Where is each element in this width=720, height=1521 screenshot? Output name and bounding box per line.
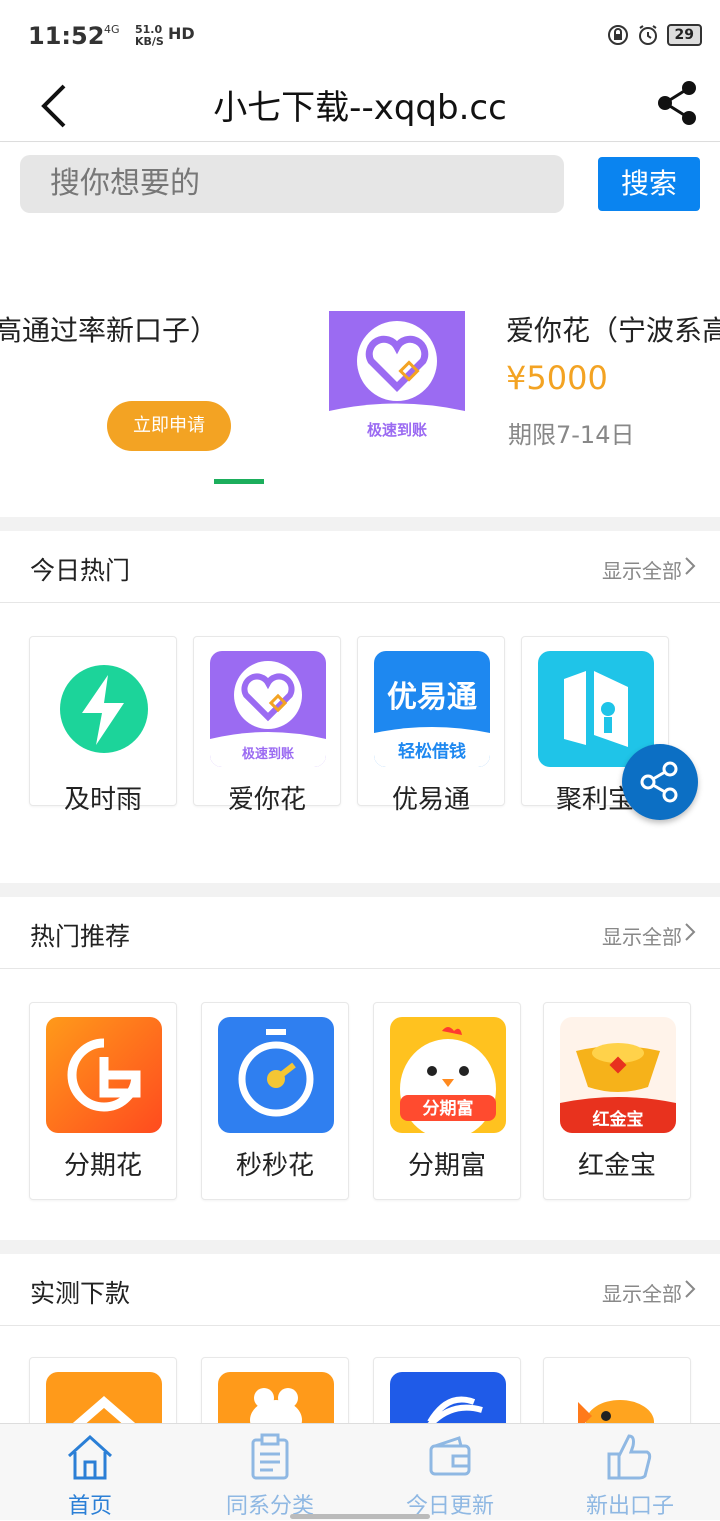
banner-price: ¥5000 (506, 359, 608, 397)
app-name: 分期富 (407, 1151, 486, 1181)
app-name: 优易通 (391, 785, 470, 815)
fenqihua-logo-icon (46, 1017, 162, 1133)
app-icon-caption: 极速到账 (242, 746, 294, 762)
status-icons: 29 (607, 24, 702, 46)
apply-button[interactable]: 立即申请 (107, 401, 231, 451)
banner-carousel[interactable]: 高通过率新口子） 立即申请 极速到账 爱你花（宁波系高 ¥5000 期限7-14… (0, 229, 720, 517)
share-icon[interactable] (656, 78, 700, 128)
thumbs-up-icon (607, 1434, 652, 1480)
section-divider (0, 517, 720, 531)
chick-logo-icon: 分期富 (390, 1017, 506, 1133)
youyitong-logo-icon: 优易通 轻松借钱 (374, 651, 490, 767)
hd-indicator: HD (168, 24, 195, 43)
section-header-tested: 实测下款 显示全部 (0, 1254, 720, 1326)
status-bar: 11:52 4G 51.0 KB/S HD 29 (0, 0, 720, 70)
chevron-right-icon[interactable] (684, 921, 696, 943)
banner-term: 期限7-14日 (508, 421, 635, 449)
aini-hua-logo-icon[interactable]: 极速到账 (329, 311, 465, 445)
app-card[interactable]: 红金宝 红金宝 (543, 1002, 691, 1200)
banner-image-caption: 极速到账 (367, 421, 427, 439)
status-time: 11:52 (28, 22, 105, 50)
stopwatch-logo-icon (218, 1017, 334, 1133)
app-card[interactable]: 秒秒花 (201, 1002, 349, 1200)
section-title: 今日热门 (30, 556, 131, 585)
aini-hua-logo-icon: 极速到账 (210, 651, 326, 767)
battery-indicator: 29 (666, 24, 702, 46)
app-icon-caption: 分期富 (423, 1098, 474, 1119)
chevron-right-icon[interactable] (684, 555, 696, 577)
show-all-link[interactable]: 显示全部 (602, 555, 682, 584)
app-card[interactable]: 优易通 轻松借钱 优易通 (357, 636, 505, 815)
tab-new[interactable]: 新出口子 (540, 1424, 720, 1521)
page-title: 小七下载--xqqb.cc (213, 88, 507, 128)
fish-logo-icon (560, 1372, 676, 1423)
app-header: 小七下载--xqqb.cc (0, 70, 720, 142)
section-divider (0, 1240, 720, 1254)
rotation-lock-icon (607, 25, 628, 45)
app-icon-logo-text: 优易通 (387, 680, 477, 715)
section-header-hot-today: 今日热门 显示全部 (0, 531, 720, 603)
drop-logo-icon (390, 1372, 506, 1423)
section-body-hot-today: 及时雨 极速到账 爱你花 优易通 轻松借钱 优易通 聚利宝 (0, 604, 720, 883)
tab-category[interactable]: 同系分类 (180, 1424, 360, 1521)
app-card[interactable]: 及时雨 (29, 636, 177, 815)
floating-share-button[interactable] (622, 744, 698, 820)
search-button[interactable]: 搜索 (598, 157, 700, 211)
section-title: 热门推荐 (30, 922, 131, 951)
julibao-logo-icon (538, 651, 654, 767)
app-card[interactable]: 分期富 分期富 (373, 1002, 521, 1200)
app-icon-caption: 红金宝 (593, 1109, 644, 1130)
section-divider (0, 883, 720, 897)
jishiyu-logo-icon (46, 651, 162, 767)
app-card[interactable] (543, 1357, 691, 1423)
gold-ingot-logo-icon: 红金宝 (560, 1017, 676, 1133)
app-name: 红金宝 (577, 1151, 656, 1181)
tab-home[interactable]: 首页 (0, 1424, 180, 1521)
show-all-link[interactable]: 显示全部 (602, 1278, 682, 1307)
section-title: 实测下款 (30, 1279, 131, 1308)
section-header-recommended: 热门推荐 显示全部 (0, 897, 720, 969)
app-card[interactable] (29, 1357, 177, 1423)
home-icon (67, 1434, 113, 1480)
search-input[interactable]: 搜你想要的 (20, 155, 564, 213)
tab-label: 新出口子 (585, 1494, 674, 1519)
network-indicator: 4G (104, 23, 120, 36)
house-logo-icon (46, 1372, 162, 1423)
bottom-tab-bar: 首页 同系分类 今日更新 新出口子 (0, 1423, 720, 1520)
section-body-recommended: 分期花 秒秒花 分期富 分期富 红金宝 红金宝 (0, 970, 720, 1240)
app-name: 及时雨 (63, 785, 142, 815)
tab-updates[interactable]: 今日更新 (360, 1424, 540, 1521)
app-name: 分期花 (63, 1151, 142, 1181)
tab-label: 首页 (67, 1494, 112, 1519)
app-card[interactable]: 分期花 (29, 1002, 177, 1200)
share-icon (640, 761, 678, 803)
wallet-icon (429, 1436, 471, 1476)
clipboard-icon (251, 1433, 289, 1480)
app-name: 秒秒花 (235, 1151, 314, 1181)
gesture-nav-bar[interactable] (290, 1514, 430, 1519)
banner-prev-title: 高通过率新口子） (0, 314, 219, 347)
piggy-logo-icon (218, 1372, 334, 1423)
app-name: 爱你花 (227, 785, 306, 815)
alarm-icon (638, 25, 657, 45)
carousel-indicator (214, 479, 264, 484)
app-card[interactable]: 极速到账 爱你花 (193, 636, 341, 815)
chevron-right-icon[interactable] (684, 1278, 696, 1300)
section-body-tested (0, 1327, 720, 1423)
banner-title: 爱你花（宁波系高 (506, 314, 720, 347)
app-card[interactable] (373, 1357, 521, 1423)
app-card[interactable] (201, 1357, 349, 1423)
search-bar: 搜你想要的 搜索 (0, 143, 720, 229)
show-all-link[interactable]: 显示全部 (602, 921, 682, 950)
network-speed: 51.0 KB/S (135, 23, 164, 48)
app-icon-caption: 轻松借钱 (398, 741, 466, 762)
